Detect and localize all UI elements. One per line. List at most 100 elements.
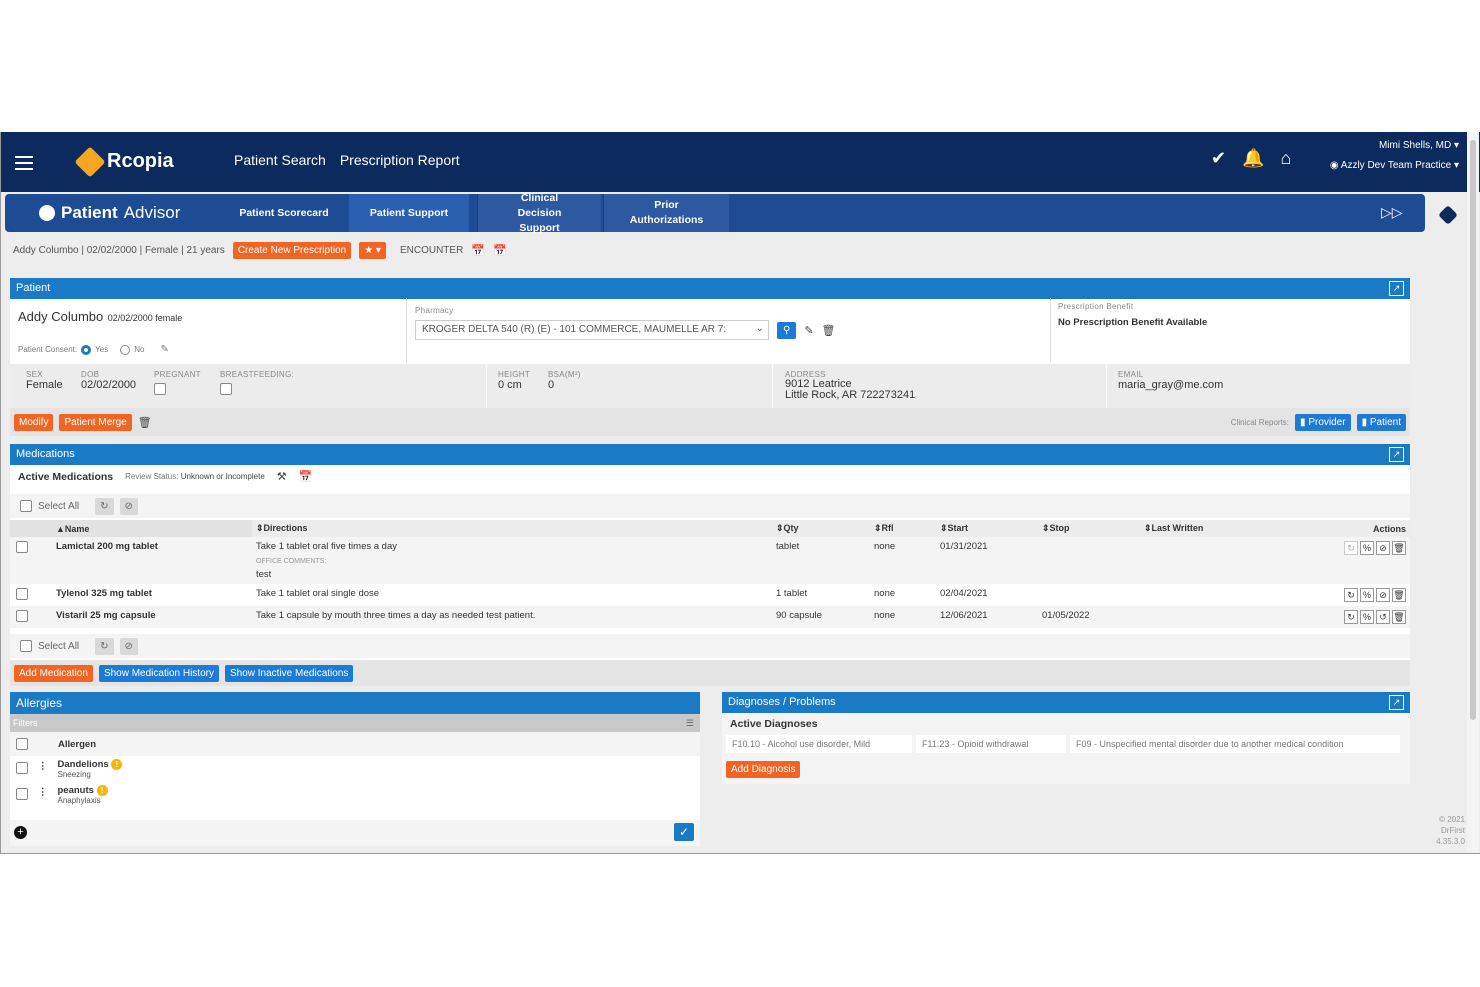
- col-name[interactable]: ▲Name: [52, 520, 252, 537]
- percent-icon[interactable]: %: [1360, 588, 1374, 602]
- col-qty[interactable]: ⇕Qty: [772, 520, 870, 537]
- home-icon[interactable]: ⌂: [1281, 148, 1292, 169]
- scrollbar[interactable]: [1467, 132, 1479, 852]
- list-icon[interactable]: ☰: [686, 714, 694, 732]
- patient-report-button[interactable]: ▮ Patient: [1356, 413, 1406, 431]
- favorites-button[interactable]: ★ ▾: [359, 242, 386, 259]
- expand-icon[interactable]: ↗: [1389, 695, 1404, 710]
- calendar-icon[interactable]: 📅: [299, 470, 313, 483]
- inactive-medications-button[interactable]: Show Inactive Medications: [224, 664, 354, 682]
- edit-consent-icon[interactable]: ✎: [160, 344, 168, 355]
- percent-icon[interactable]: %: [1360, 541, 1374, 555]
- bell-icon[interactable]: 🔔: [1242, 148, 1264, 169]
- pharmacy-search-button[interactable]: ⚲: [777, 321, 797, 339]
- med-name[interactable]: Vistaril 25 mg capsule: [52, 606, 252, 628]
- col-rfl[interactable]: ⇕Rfl: [870, 520, 936, 537]
- patient-panel: Patient ↗ Addy Columbo 02/02/2000 female …: [10, 278, 1410, 436]
- expand-right-icon[interactable]: ▷▷: [1381, 204, 1403, 221]
- col-directions[interactable]: ⇕Directions: [252, 520, 772, 537]
- medication-history-button[interactable]: Show Medication History: [98, 664, 219, 682]
- user-name[interactable]: Mimi Shells, MD: [1379, 140, 1451, 151]
- scrollbar-thumb[interactable]: [1470, 140, 1476, 720]
- diagnosis-item[interactable]: F09 - Unspecified mental disorder due to…: [1070, 735, 1400, 753]
- add-medication-button[interactable]: Add Medication: [14, 664, 93, 682]
- renew-icon[interactable]: ↻: [1344, 541, 1358, 555]
- tab-prior-authorizations[interactable]: Prior Authorizations: [603, 194, 729, 232]
- col-last-written[interactable]: ⇕Last Written: [1140, 520, 1310, 537]
- discontinue-icon[interactable]: ⊘: [119, 497, 138, 515]
- edit-pharmacy-icon[interactable]: ✎: [804, 324, 813, 337]
- delete-icon[interactable]: 🗑: [1392, 541, 1406, 555]
- row-checkbox[interactable]: [16, 588, 28, 600]
- allergy-checkbox[interactable]: [16, 788, 28, 800]
- discontinue-icon[interactable]: ⊘: [119, 637, 138, 655]
- renew-icon[interactable]: ↻: [95, 637, 114, 655]
- allergy-row[interactable]: ⋮ Dandelions ! Sneezing: [10, 756, 700, 782]
- percent-icon[interactable]: %: [1360, 610, 1374, 624]
- wrench-icon[interactable]: ⚒: [277, 470, 287, 483]
- encounter-calendar-check-icon[interactable]: 📅: [471, 244, 485, 257]
- side-logo-icon[interactable]: [1438, 205, 1458, 225]
- delete-patient-icon[interactable]: 🗑: [138, 416, 152, 429]
- patient-merge-button[interactable]: Patient Merge: [59, 413, 132, 431]
- provider-report-label: Provider: [1308, 416, 1346, 428]
- menu-icon[interactable]: [15, 156, 33, 170]
- logo-mark-icon: [74, 145, 106, 178]
- add-allergy-icon[interactable]: +: [14, 826, 27, 839]
- breastfeeding-checkbox[interactable]: [220, 383, 232, 396]
- tab-patient-scorecard[interactable]: Patient Scorecard: [219, 194, 349, 232]
- med-qty: tablet: [776, 541, 800, 552]
- kebab-icon[interactable]: ⋮: [38, 761, 48, 772]
- tab-clinical-decision-support[interactable]: Clinical Decision Support: [477, 192, 601, 234]
- height-label: HEIGHT: [498, 370, 531, 379]
- renew-icon[interactable]: ↻: [1344, 610, 1358, 624]
- select-all-checkbox[interactable]: [20, 640, 32, 652]
- table-row[interactable]: Vistaril 25 mg capsule Take 1 capsule by…: [10, 606, 1410, 628]
- allergy-checkbox[interactable]: [16, 762, 28, 774]
- consent-no-radio[interactable]: [120, 344, 131, 355]
- pharmacy-select[interactable]: KROGER DELTA 540 (R) (E) - 101 COMMERCE,…: [415, 320, 769, 340]
- diagnosis-item[interactable]: F11.23 - Opioid withdrawal: [916, 735, 1066, 753]
- delete-pharmacy-icon[interactable]: 🗑: [822, 324, 836, 337]
- provider-report-button[interactable]: ▮ Provider: [1295, 413, 1351, 431]
- rcopia-logo[interactable]: Rcopia: [74, 145, 174, 178]
- tab-patient-support[interactable]: Patient Support: [349, 194, 469, 232]
- user-menu[interactable]: Mimi Shells, MD ▾ ◉ Azzly Dev Team Pract…: [1311, 140, 1459, 180]
- med-name[interactable]: Lamictal 200 mg tablet: [52, 537, 252, 584]
- select-all-checkbox[interactable]: [20, 500, 32, 512]
- consent-yes-label: Yes: [95, 345, 109, 354]
- delete-icon[interactable]: 🗑: [1392, 610, 1406, 624]
- refresh-icon[interactable]: ↺: [1376, 610, 1390, 624]
- diagnosis-item[interactable]: F10.10 - Alcohol use disorder, Mild: [726, 735, 912, 753]
- med-name[interactable]: Tylenol 325 mg tablet: [52, 584, 252, 606]
- allergy-row[interactable]: ⋮ peanuts ! Anaphylaxis: [10, 782, 700, 808]
- practice-name[interactable]: Azzly Dev Team Practice: [1341, 160, 1451, 171]
- allergy-select-all-checkbox[interactable]: [16, 738, 28, 750]
- rx-icon[interactable]: ✔: [1211, 148, 1226, 169]
- col-start[interactable]: ⇕Start: [936, 520, 1038, 537]
- row-checkbox[interactable]: [16, 541, 28, 553]
- col-stop[interactable]: ⇕Stop: [1038, 520, 1140, 537]
- encounter-calendar-icon[interactable]: 📅: [493, 244, 507, 257]
- filters-bar[interactable]: Filters ☰: [10, 714, 700, 732]
- nav-prescription-report[interactable]: Prescription Report: [340, 152, 460, 168]
- discontinue-icon[interactable]: ⊘: [1376, 541, 1390, 555]
- table-row[interactable]: Lamictal 200 mg tablet Take 1 tablet ora…: [10, 537, 1410, 584]
- expand-icon[interactable]: ↗: [1389, 447, 1404, 462]
- confirm-check-icon[interactable]: ✓: [674, 823, 694, 841]
- expand-icon[interactable]: ↗: [1389, 281, 1404, 296]
- renew-icon[interactable]: ↻: [1344, 588, 1358, 602]
- dob-label: DOB: [81, 370, 100, 379]
- create-prescription-button[interactable]: Create New Prescription: [232, 242, 352, 259]
- consent-yes-radio[interactable]: [81, 344, 92, 355]
- pregnant-checkbox[interactable]: [154, 383, 166, 396]
- renew-icon[interactable]: ↻: [95, 497, 114, 515]
- modify-button[interactable]: Modify: [14, 413, 54, 431]
- add-diagnosis-button[interactable]: Add Diagnosis: [726, 761, 801, 778]
- delete-icon[interactable]: 🗑: [1392, 588, 1406, 602]
- kebab-icon[interactable]: ⋮: [38, 787, 48, 798]
- row-checkbox[interactable]: [16, 610, 28, 622]
- table-row[interactable]: Tylenol 325 mg tablet Take 1 tablet oral…: [10, 584, 1410, 606]
- nav-patient-search[interactable]: Patient Search: [234, 152, 326, 168]
- discontinue-icon[interactable]: ⊘: [1376, 588, 1390, 602]
